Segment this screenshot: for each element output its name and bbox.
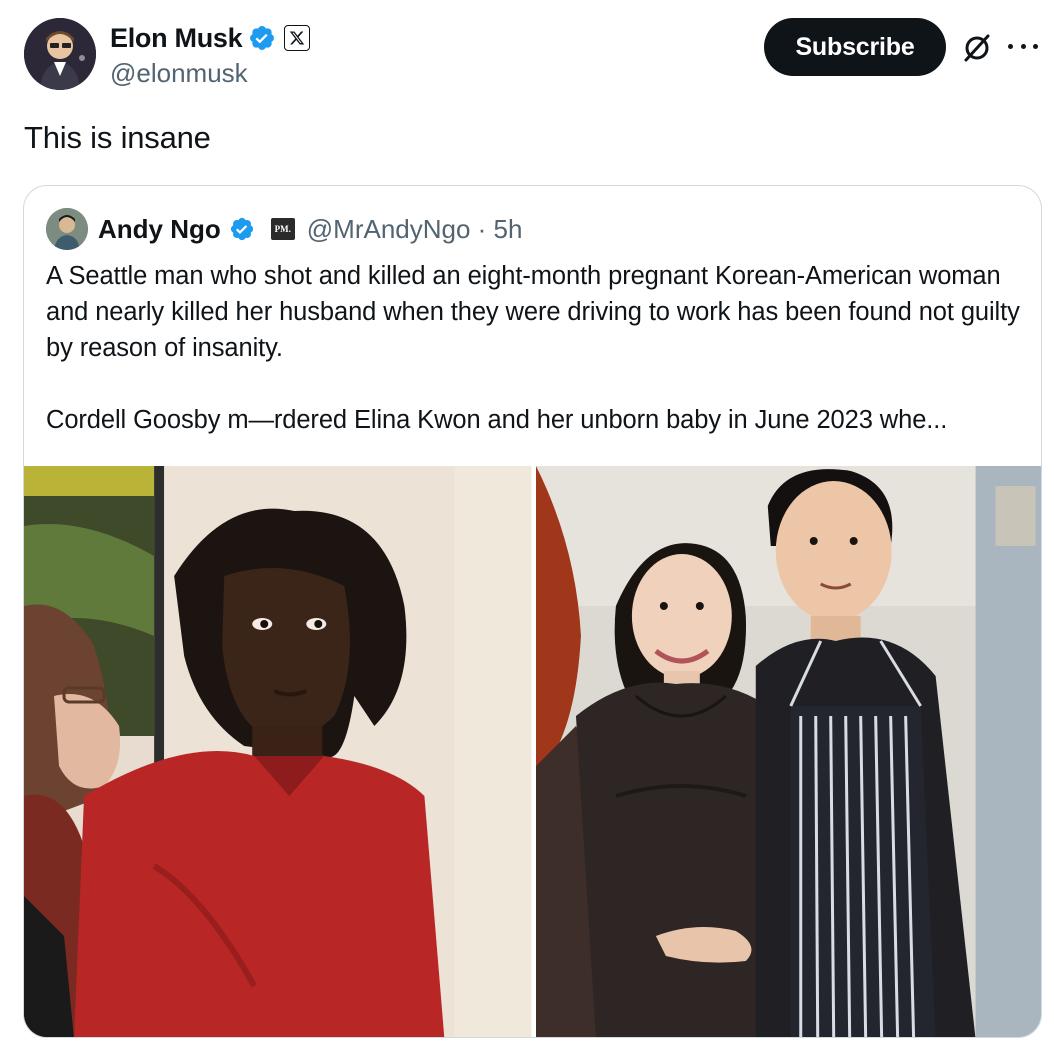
media-image-couple[interactable] (535, 466, 1041, 1037)
more-options-icon[interactable] (1008, 40, 1038, 52)
quoted-paragraph: A Seattle man who shot and killed an eig… (46, 262, 1020, 362)
dot (1033, 43, 1038, 49)
quoted-tweet-text: A Seattle man who shot and killed an eig… (46, 258, 1026, 438)
photo-courtroom (24, 466, 532, 1037)
tweet-text: This is insane (24, 120, 211, 155)
quoted-author-display-name[interactable]: Andy Ngo (98, 214, 221, 245)
dot (1008, 43, 1013, 49)
quoted-author-avatar[interactable] (46, 208, 88, 250)
x-logo-icon[interactable] (284, 25, 311, 51)
quoted-paragraph: Cordell Goosby m—rdered Elina Kwon and h… (46, 406, 948, 434)
media-image-courtroom[interactable] (24, 466, 532, 1037)
quoted-handle-time[interactable]: @MrAndyNgo · 5h (307, 214, 523, 245)
tweet-header: Elon Musk @elonmusk Subscribe (24, 18, 1038, 92)
avatar-icon (24, 18, 96, 90)
author-handle[interactable]: @elonmusk (110, 58, 248, 89)
author-avatar[interactable] (24, 18, 96, 90)
author-display-name[interactable]: Elon Musk (110, 23, 243, 54)
verified-badge-icon[interactable] (229, 216, 255, 242)
affiliation-badge[interactable]: PM. (270, 218, 295, 240)
verified-badge-icon[interactable] (248, 24, 276, 52)
dot (1020, 43, 1026, 49)
quoted-tweet-card[interactable]: Andy Ngo PM. @MrAndyNgo · 5h A Seattle m… (23, 185, 1042, 1038)
grok-icon[interactable] (961, 32, 993, 64)
photo-couple (535, 466, 1041, 1037)
author-name-row: Elon Musk (110, 20, 311, 56)
quoted-tweet-header: Andy Ngo PM. @MrAndyNgo · 5h (46, 208, 522, 250)
quoted-media-grid (24, 466, 1041, 1037)
avatar-icon (46, 208, 88, 250)
subscribe-button[interactable]: Subscribe (764, 18, 946, 76)
